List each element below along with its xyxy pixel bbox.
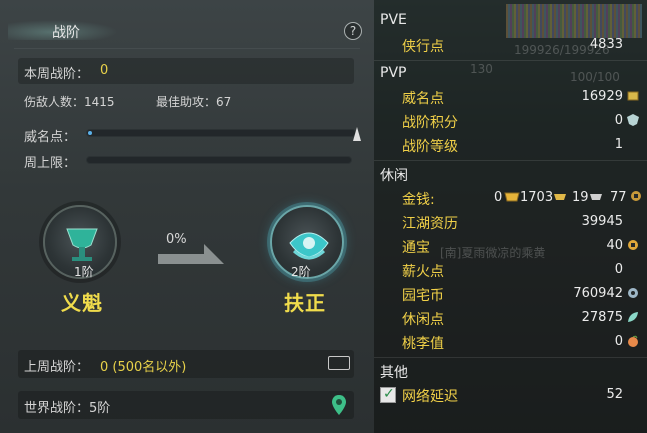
panel-title: 战阶 xyxy=(52,25,80,41)
zhanjie-level-label: 战阶等级 xyxy=(402,139,458,155)
yuanzhai-coin-icon xyxy=(628,288,638,298)
xinhuo-value: 0 xyxy=(614,262,623,277)
zhanjie-score-label: 战阶积分 xyxy=(402,115,458,131)
weiming-icon xyxy=(627,91,639,101)
bg-name-text: [南]夏雨微凉的乘黄 xyxy=(440,246,546,260)
coin-icon xyxy=(631,191,641,201)
tongbao-label: 通宝 xyxy=(402,240,430,256)
checkmark-icon: ✓ xyxy=(383,386,395,402)
cap-marker-icon xyxy=(353,127,361,141)
money-silver-big: 1703 xyxy=(520,190,554,205)
xiuxian-value: 27875 xyxy=(581,310,623,325)
section-other: 其他 xyxy=(380,365,408,381)
xiuxian-label: 休闲点 xyxy=(402,312,444,328)
week-rank-row: 本周战阶： 0 xyxy=(18,58,354,84)
last-week-row: 上周战阶： 0 (500名以外) xyxy=(18,350,354,378)
peach-icon xyxy=(628,335,638,347)
fame-label: 威名点： xyxy=(24,130,77,145)
weiming-value: 16929 xyxy=(581,89,623,104)
panel-header: 战阶 ? xyxy=(0,14,374,44)
divider xyxy=(374,60,647,61)
leaf-icon xyxy=(628,312,638,322)
xiaxing-value: 4833 xyxy=(589,37,623,52)
bg-level-text: 130 xyxy=(470,62,493,76)
money-label: 金钱: xyxy=(402,192,435,208)
week-cap-label: 周上限： xyxy=(24,156,77,171)
gold-ingot-icon xyxy=(504,192,520,202)
xiaxing-label: 侠行点 xyxy=(402,39,444,55)
latency-value: 52 xyxy=(606,387,623,402)
zhanjie-level-value: 1 xyxy=(614,137,623,152)
rank-current-name: 义魁 xyxy=(61,291,103,315)
divider xyxy=(374,160,647,161)
last-week-label: 上周战阶： xyxy=(24,360,90,375)
section-leisure: 休闲 xyxy=(380,168,408,184)
silver-ingot-icon xyxy=(590,194,602,200)
money-silver: 19 xyxy=(572,190,589,205)
help-icon[interactable]: ? xyxy=(344,22,362,40)
tongbao-coin-icon xyxy=(628,240,638,250)
world-rank-label: 世界战阶：5阶 xyxy=(24,401,111,416)
shield-icon xyxy=(627,114,639,126)
header-divider xyxy=(14,48,360,49)
ingot-icon xyxy=(554,194,566,200)
money-gold: 0 xyxy=(494,190,503,205)
taoli-label: 桃李值 xyxy=(402,336,444,352)
chest-icon[interactable] xyxy=(328,356,350,370)
latency-checkbox[interactable]: ✓ xyxy=(380,386,396,403)
world-rank-row: 世界战阶：5阶 xyxy=(18,391,354,419)
best-assist: 最佳助攻：67 xyxy=(156,95,232,109)
fame-progress-bar xyxy=(86,129,356,137)
map-pin-icon[interactable] xyxy=(332,395,346,415)
rank-next-num: 2阶 xyxy=(291,265,311,279)
latency-label: 网络延迟 xyxy=(402,389,458,405)
tongbao-value: 40 xyxy=(606,238,623,253)
rank-panel: 战阶 ? 本周战阶： 0 伤敌人数：1415 最佳助攻：67 威名点： 周上限： xyxy=(0,0,374,433)
money-copper: 77 xyxy=(610,190,627,205)
divider xyxy=(374,357,647,358)
section-pvp: PVP xyxy=(380,65,407,81)
zhanjie-score-value: 0 xyxy=(614,113,623,128)
arrow-right-icon xyxy=(158,244,224,264)
last-week-value: 0 (500名以外) xyxy=(100,360,187,375)
yuanzhai-label: 园宅币 xyxy=(402,288,444,304)
week-rank-value: 0 xyxy=(100,63,109,78)
week-cap-bar xyxy=(86,156,352,164)
yuanzhai-value: 760942 xyxy=(573,286,623,301)
bg-mp-text: 100/100 xyxy=(570,70,620,84)
rank-next-name: 扶正 xyxy=(284,291,326,315)
game-window: 战阶 ? 本周战阶： 0 伤敌人数：1415 最佳助攻：67 威名点： 周上限： xyxy=(0,0,647,433)
taoli-value: 0 xyxy=(614,334,623,349)
rank-current-num: 1阶 xyxy=(74,265,94,279)
jianghu-label: 江湖资历 xyxy=(402,216,458,232)
week-rank-label: 本周战阶： xyxy=(24,67,90,82)
weiming-label: 威名点 xyxy=(402,91,444,107)
jianghu-value: 39945 xyxy=(581,214,623,229)
enemies-count: 伤敌人数：1415 xyxy=(24,95,115,109)
currency-panel: 199926/199926 130 100/100 [南]夏雨微凉的乘黄 PVE… xyxy=(374,0,647,433)
xinhuo-label: 薪火点 xyxy=(402,264,444,280)
section-pve: PVE xyxy=(380,12,407,28)
fame-progress-fill xyxy=(88,131,92,135)
